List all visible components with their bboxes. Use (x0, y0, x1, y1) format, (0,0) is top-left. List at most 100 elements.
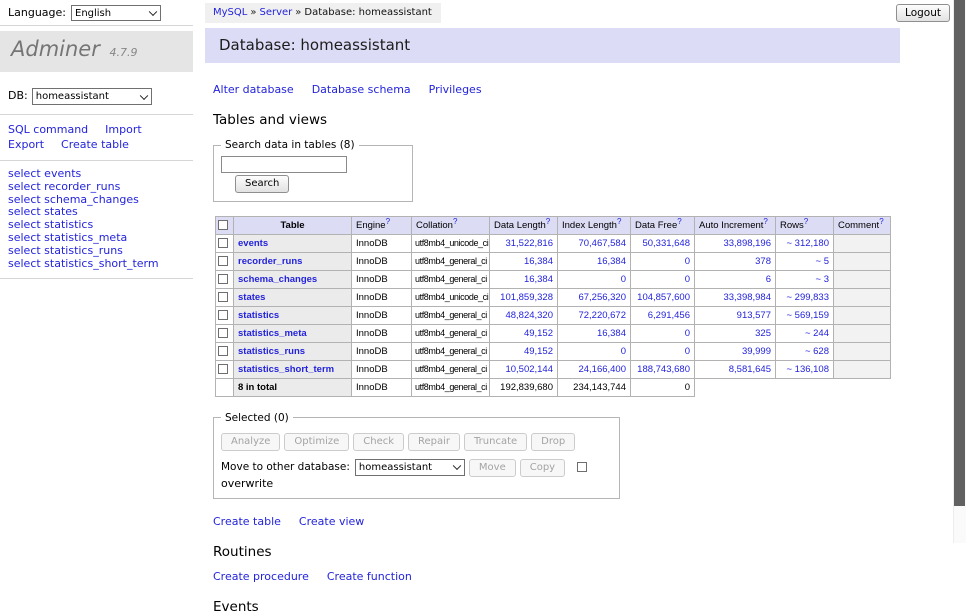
row-checkbox[interactable] (218, 256, 228, 266)
db-select[interactable]: homeassistant (32, 88, 152, 105)
data-length-link[interactable]: 49,152 (524, 328, 553, 339)
table-link[interactable]: statistics (238, 310, 279, 321)
sidebar-table-link[interactable]: select statistics_short_term (8, 258, 193, 271)
data-length-link[interactable]: 16,384 (524, 274, 553, 285)
rows-link[interactable]: ~ 312,180 (786, 238, 829, 249)
table-link[interactable]: events (238, 238, 268, 249)
sidebar-table-link[interactable]: select recorder_runs (8, 181, 193, 194)
sidebar-action-link[interactable]: Import (105, 123, 142, 136)
row-checkbox[interactable] (218, 328, 228, 338)
data-length-link[interactable]: 101,859,328 (500, 292, 553, 303)
row-checkbox[interactable] (218, 292, 228, 302)
bulk-action-button[interactable]: Analyze (221, 433, 280, 451)
rows-link[interactable]: ~ 3 (816, 274, 829, 285)
sidebar-action-link[interactable]: SQL command (8, 123, 88, 136)
table-link[interactable]: statistics_meta (238, 328, 307, 339)
move-copy-button[interactable]: Copy (520, 459, 565, 477)
data-free-link[interactable]: 0 (685, 256, 690, 267)
logout-button[interactable]: Logout (896, 4, 950, 22)
data-length-link[interactable]: 49,152 (524, 346, 553, 357)
index-length-link[interactable]: 67,256,320 (578, 292, 626, 303)
search-input[interactable] (221, 156, 347, 173)
column-help-link[interactable]: ? (617, 216, 621, 225)
column-help-link[interactable]: ? (763, 216, 767, 225)
rows-link[interactable]: ~ 628 (805, 346, 829, 357)
index-length-link[interactable]: 16,384 (597, 256, 626, 267)
index-length-link[interactable]: 72,220,672 (578, 310, 626, 321)
data-free-link[interactable]: 188,743,680 (637, 364, 690, 375)
bulk-action-button[interactable]: Truncate (464, 433, 527, 451)
table-link[interactable]: states (238, 292, 265, 303)
sidebar-action-link[interactable]: Export (8, 138, 44, 151)
column-help-link[interactable]: ? (879, 216, 883, 225)
sidebar-table-link[interactable]: select statistics_runs (8, 245, 193, 258)
data-length-link[interactable]: 16,384 (524, 256, 553, 267)
auto-increment-link[interactable]: 33,398,984 (723, 292, 771, 303)
select-all-checkbox[interactable] (218, 220, 228, 230)
db-nav-link[interactable]: Database schema (312, 83, 411, 96)
breadcrumb-link-mysql[interactable]: MySQL (213, 7, 247, 18)
breadcrumb-link-server[interactable]: Server (259, 7, 292, 18)
data-length-link[interactable]: 48,824,320 (505, 310, 553, 321)
index-length-link[interactable]: 16,384 (597, 328, 626, 339)
scrollbar-track[interactable] (953, 0, 966, 543)
column-help-link[interactable]: ? (804, 216, 808, 225)
sidebar-table-link[interactable]: select events (8, 168, 193, 181)
rows-link[interactable]: ~ 569,159 (786, 310, 829, 321)
table-link[interactable]: schema_changes (238, 274, 317, 285)
auto-increment-link[interactable]: 378 (755, 256, 771, 267)
auto-increment-link[interactable]: 8,581,645 (729, 364, 771, 375)
column-help-link[interactable]: ? (386, 216, 390, 225)
auto-increment-link[interactable]: 325 (755, 328, 771, 339)
scrollbar-thumb[interactable] (954, 0, 965, 506)
data-free-link[interactable]: 0 (685, 346, 690, 357)
bulk-action-button[interactable]: Check (353, 433, 404, 451)
data-free-link[interactable]: 0 (685, 274, 690, 285)
table-link[interactable]: statistics_short_term (238, 364, 334, 375)
rows-link[interactable]: ~ 136,108 (786, 364, 829, 375)
index-length-link[interactable]: 24,166,400 (578, 364, 626, 375)
index-length-link[interactable]: 0 (621, 346, 626, 357)
sidebar-table-link[interactable]: select statistics_meta (8, 232, 193, 245)
bulk-action-button[interactable]: Optimize (284, 433, 349, 451)
table-link[interactable]: recorder_runs (238, 256, 302, 267)
move-copy-button[interactable]: Move (469, 459, 516, 477)
create-link[interactable]: Create view (299, 515, 364, 528)
data-length-link[interactable]: 10,502,144 (505, 364, 553, 375)
bulk-action-button[interactable]: Drop (531, 433, 575, 451)
overwrite-checkbox[interactable] (577, 462, 587, 472)
index-length-link[interactable]: 0 (621, 274, 626, 285)
rows-link[interactable]: ~ 5 (816, 256, 829, 267)
move-db-select[interactable]: homeassistant (355, 459, 465, 476)
data-free-link[interactable]: 6,291,456 (648, 310, 690, 321)
rows-link[interactable]: ~ 299,833 (786, 292, 829, 303)
row-checkbox[interactable] (218, 346, 228, 356)
data-length-link[interactable]: 31,522,816 (505, 238, 553, 249)
data-free-link[interactable]: 104,857,600 (637, 292, 690, 303)
search-button[interactable]: Search (235, 175, 289, 193)
language-select[interactable]: English (71, 5, 161, 21)
rows-link[interactable]: ~ 244 (805, 328, 829, 339)
row-checkbox[interactable] (218, 364, 228, 374)
data-free-link[interactable]: 50,331,648 (642, 238, 690, 249)
row-checkbox[interactable] (218, 310, 228, 320)
create-link[interactable]: Create table (213, 515, 281, 528)
row-checkbox[interactable] (218, 238, 228, 248)
auto-increment-link[interactable]: 6 (766, 274, 771, 285)
column-help-link[interactable]: ? (677, 216, 681, 225)
routine-link[interactable]: Create procedure (213, 570, 309, 583)
auto-increment-link[interactable]: 33,898,196 (723, 238, 771, 249)
table-link[interactable]: statistics_runs (238, 346, 305, 357)
auto-increment-link[interactable]: 913,577 (737, 310, 771, 321)
column-help-link[interactable]: ? (546, 216, 550, 225)
row-checkbox[interactable] (218, 274, 228, 284)
index-length-link[interactable]: 70,467,584 (578, 238, 626, 249)
column-help-link[interactable]: ? (453, 216, 457, 225)
auto-increment-link[interactable]: 39,999 (742, 346, 771, 357)
routine-link[interactable]: Create function (327, 570, 412, 583)
db-nav-link[interactable]: Alter database (213, 83, 294, 96)
bulk-action-button[interactable]: Repair (408, 433, 460, 451)
sidebar-action-link[interactable]: Create table (61, 138, 129, 151)
data-free-link[interactable]: 0 (685, 328, 690, 339)
db-nav-link[interactable]: Privileges (429, 83, 482, 96)
